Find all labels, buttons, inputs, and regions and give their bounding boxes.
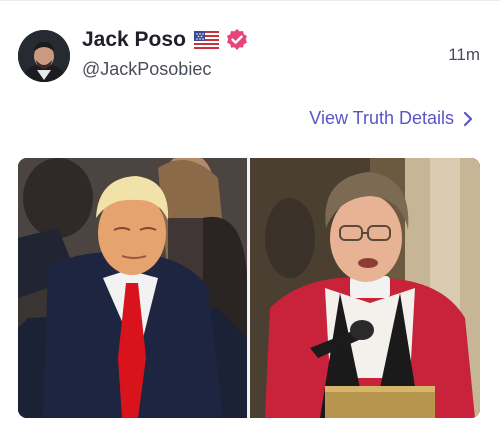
view-truth-details-link[interactable]: View Truth Details xyxy=(309,108,474,129)
media-image-left xyxy=(18,158,247,418)
post-timestamp: 11m xyxy=(448,45,480,64)
author-handle[interactable]: @JackPosobiec xyxy=(82,59,211,80)
chevron-right-icon xyxy=(462,111,474,127)
us-flag-icon xyxy=(193,31,219,49)
verified-badge-icon xyxy=(225,28,249,52)
top-divider xyxy=(0,0,500,1)
avatar[interactable] xyxy=(18,30,70,82)
view-truth-details-label: View Truth Details xyxy=(309,108,454,128)
author-name-row: Jack Poso xyxy=(82,26,249,54)
post-media[interactable] xyxy=(18,158,480,418)
media-image-right xyxy=(250,158,480,418)
author-name[interactable]: Jack Poso xyxy=(82,28,186,52)
